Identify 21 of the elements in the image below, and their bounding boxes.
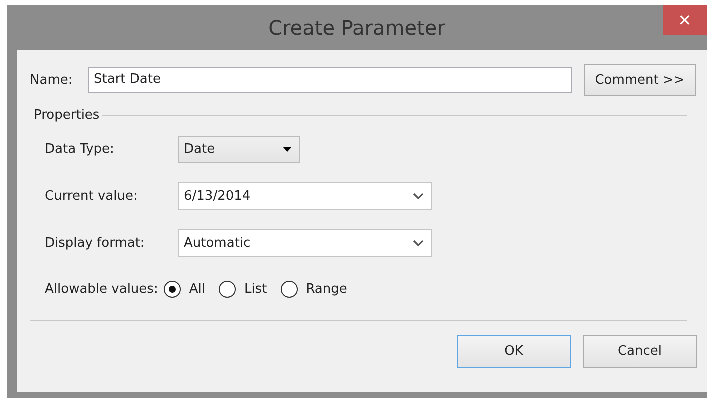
display-format-dropdown[interactable]: Automatic xyxy=(178,229,432,257)
window-title: Create Parameter xyxy=(268,16,446,40)
name-label: Name: xyxy=(30,72,74,88)
current-value-label: Current value: xyxy=(45,188,139,204)
name-field[interactable]: Start Date xyxy=(88,67,572,93)
radio-option[interactable]: List xyxy=(219,281,268,298)
comment-button[interactable]: Comment >> xyxy=(584,64,696,96)
caret-icon xyxy=(283,147,292,152)
properties-heading: Properties xyxy=(34,108,100,123)
allowable-values-label: Allowable values: xyxy=(45,282,158,297)
chevron-down-icon xyxy=(413,192,424,200)
display-format-label: Display format: xyxy=(45,236,146,250)
dialog-button[interactable]: Cancel xyxy=(583,335,697,368)
dialog-button[interactable]: OK xyxy=(457,335,571,368)
current-value-dropdown[interactable]: 6/13/2014 xyxy=(178,182,432,210)
chevron-down-icon xyxy=(413,240,424,246)
data-type-label: Data Type: xyxy=(45,142,116,157)
radio-option[interactable]: Range xyxy=(281,281,348,298)
radio-option[interactable]: All xyxy=(164,281,206,298)
close-button[interactable]: ✕ xyxy=(663,5,707,35)
data-type-dropdown[interactable]: Date xyxy=(178,136,300,163)
